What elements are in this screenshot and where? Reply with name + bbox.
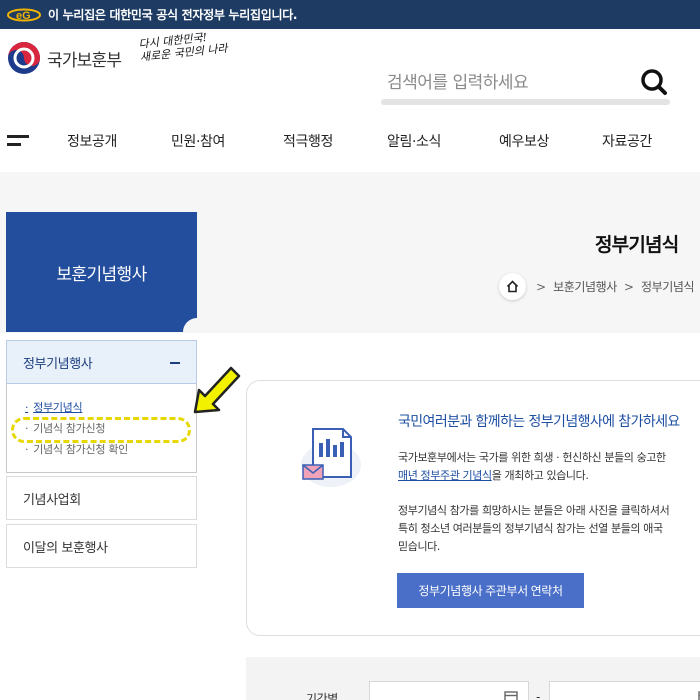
info-text: 믿습니다.	[398, 540, 440, 553]
sidebar-title: 보훈기념행사	[56, 264, 147, 285]
home-icon[interactable]	[499, 273, 526, 300]
sidebar-title-box: 보훈기념행사	[6, 212, 197, 332]
nav-item-active-admin[interactable]: 적극행정	[283, 131, 333, 151]
nav-item-news[interactable]: 알림·소식	[387, 131, 441, 151]
info-card: 국민여러분과 함께하는 정부기념행사에 참가하세요 국가보훈부에서는 국가를 위…	[246, 380, 700, 636]
nav-item-compensation[interactable]: 예우보상	[499, 131, 549, 151]
ceremony-link[interactable]: 매년 정부주관 기념식	[398, 469, 492, 482]
calendar-icon[interactable]	[504, 690, 518, 700]
submenu-item-check[interactable]: 기념식 참가신청 확인	[25, 441, 128, 457]
submenu-item-ceremony[interactable]: 정부기념식	[25, 399, 82, 415]
info-text: 국가보훈부에서는 국가를 위한 희생 · 헌신하신 분들의 숭고한	[398, 451, 666, 464]
sidebar-item-label: 정부기념행사	[23, 356, 93, 372]
breadcrumb-item[interactable]: 보훈기념행사	[553, 278, 617, 295]
sidebar-item-memorial-society[interactable]: 기념사업회	[6, 476, 197, 520]
egovernment-logo-icon: eG	[7, 8, 41, 22]
nav-item-petition[interactable]: 민원·참여	[171, 131, 225, 151]
svg-text:eG: eG	[16, 10, 31, 22]
search-box[interactable]: 검색어를 입력하세요	[381, 60, 671, 105]
end-date-input[interactable]	[549, 681, 700, 700]
search-underline	[381, 99, 670, 105]
info-paragraph-1: 국가보훈부에서는 국가를 위한 희생 · 헌신하신 분들의 숭고한 매년 정부주…	[398, 449, 666, 485]
contact-department-button[interactable]: 정부기념행사 주관부서 연락처	[397, 573, 584, 608]
site-logo[interactable]: 국가보훈부	[7, 41, 122, 75]
breadcrumb-item[interactable]: 정부기념식	[641, 278, 695, 295]
hamburger-menu-icon[interactable]	[7, 135, 29, 147]
info-text: 특히 청소년 여러분들의 정부기념식 참가는 선열 분들의 애국	[398, 522, 663, 535]
gov-banner-text: 이 누리집은 대한민국 공식 전자정부 누리집입니다.	[48, 8, 298, 22]
page-title: 정부기념식	[595, 234, 679, 256]
nav-item-info[interactable]: 정보공개	[67, 131, 117, 151]
taegeuk-logo-icon	[8, 42, 40, 74]
start-date-input[interactable]	[369, 681, 529, 700]
search-input[interactable]: 검색어를 입력하세요	[387, 68, 529, 93]
info-text: 을 개최하고 있습니다.	[491, 469, 589, 482]
nav-item-resources[interactable]: 자료공간	[602, 131, 652, 151]
brand-name: 국가보훈부	[47, 50, 122, 71]
collapse-icon[interactable]	[170, 362, 180, 364]
chevron-right-icon: >	[536, 279, 547, 294]
highlight-ring	[11, 417, 191, 443]
period-label: 기간별	[306, 692, 338, 700]
sidebar-item-monthly-events[interactable]: 이달의 보훈행사	[6, 524, 197, 568]
date-range-dash: -	[536, 690, 541, 700]
slogan: 다시 대한민국! 새로운 국민의 나라	[138, 31, 228, 78]
search-icon[interactable]	[640, 68, 668, 96]
chevron-right-icon: >	[623, 279, 634, 294]
arrow-pointer-icon	[193, 366, 241, 414]
info-text: 정부기념식 참가를 희망하시는 분들은 아래 사진을 클릭하셔서	[398, 504, 670, 517]
document-chart-icon	[301, 428, 361, 487]
filter-bar: 기간별 -	[246, 657, 700, 700]
info-paragraph-2: 정부기념식 참가를 희망하시는 분들은 아래 사진을 클릭하셔서 특히 청소년 …	[398, 502, 670, 556]
gov-banner: eG 이 누리집은 대한민국 공식 전자정부 누리집입니다.	[0, 0, 700, 29]
info-heading: 국민여러분과 함께하는 정부기념행사에 참가하세요	[398, 414, 680, 430]
global-navigation: 정보공개 민원·참여 적극행정 알림·소식 예우보상 자료공간	[0, 119, 700, 163]
sidebar-item-active[interactable]: 정부기념행사	[6, 340, 197, 384]
breadcrumb: > 보훈기념행사 > 정부기념식	[499, 273, 695, 300]
